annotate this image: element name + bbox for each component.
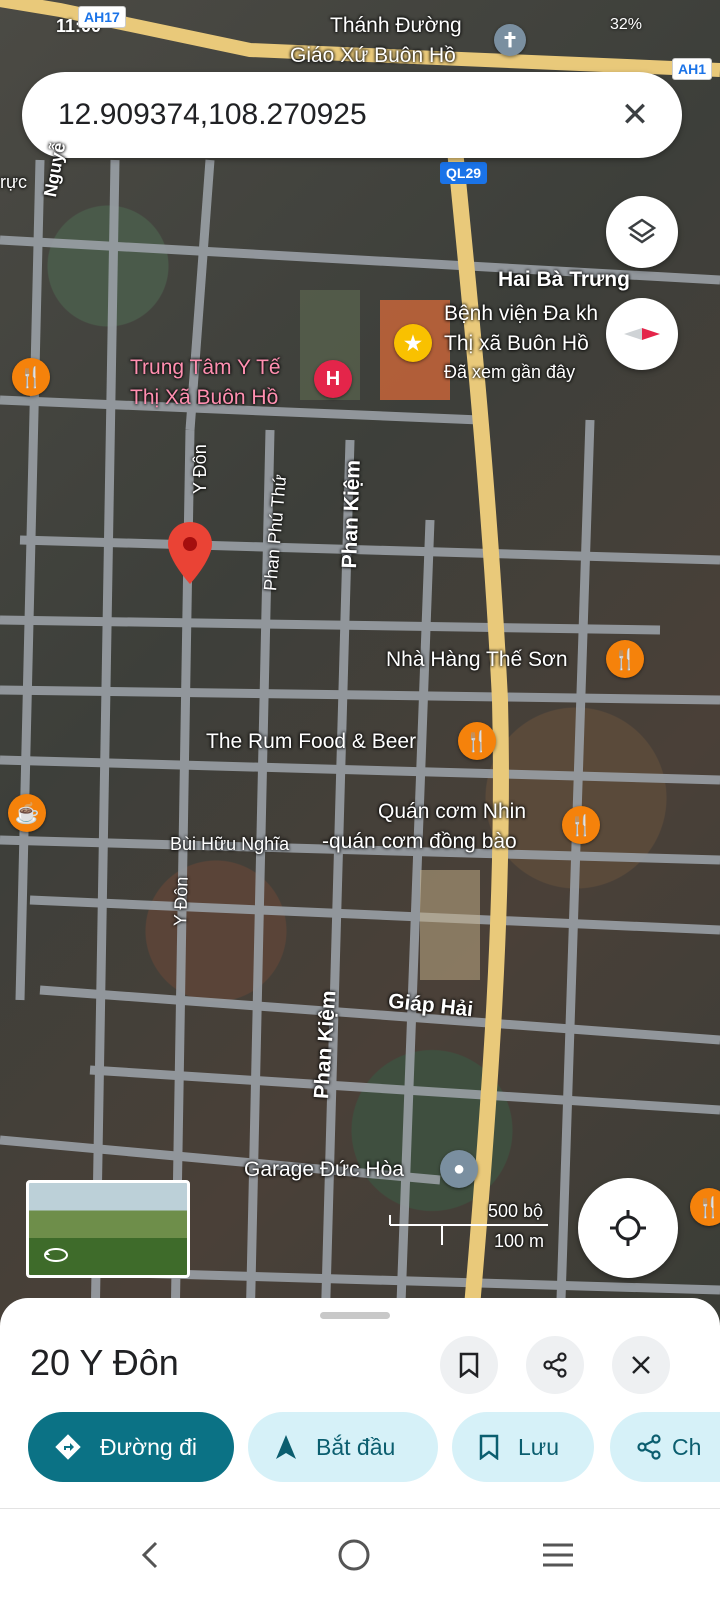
church-label-1[interactable]: Thánh Đường — [330, 14, 462, 38]
hospital-icon[interactable]: H — [314, 360, 352, 398]
hospital-big-label-1[interactable]: Bệnh viện Đa kh — [444, 302, 598, 326]
save-button[interactable] — [440, 1336, 498, 1394]
map-scale: 500 bộ 100 m — [388, 1201, 550, 1253]
route-badge-ah17: AH17 — [78, 6, 126, 28]
restaurant-icon[interactable]: 🍴 — [606, 640, 644, 678]
close-icon[interactable]: ✕ — [614, 94, 656, 136]
place-title: 20 Y Đôn — [30, 1342, 179, 1383]
recently-viewed-label: Đã xem gần đây — [444, 362, 576, 382]
bookmark-icon — [479, 1434, 499, 1460]
road-label-y-don-bottom: Y Đôn — [170, 876, 192, 927]
road-label-truc: rực — [0, 172, 28, 192]
save-chip[interactable]: Lưu — [452, 1412, 594, 1482]
restaurant-icon[interactable]: 🍴 — [690, 1188, 720, 1226]
close-icon — [632, 1356, 650, 1374]
garage-label[interactable]: Garage Đức Hòa — [244, 1158, 404, 1182]
compass-icon — [624, 328, 660, 340]
start-chip[interactable]: Bắt đầu — [248, 1412, 438, 1482]
restaurant-rum-label[interactable]: The Rum Food & Beer — [206, 730, 416, 754]
restaurant-the-son-label[interactable]: Nhà Hàng Thế Sơn — [386, 648, 568, 672]
share-chip-label: Ch — [672, 1433, 702, 1460]
church-icon[interactable]: ✝ — [494, 24, 526, 56]
road-label-hai-ba-trung: Hai Bà Trưng — [498, 268, 630, 291]
save-chip-label: Lưu — [518, 1433, 559, 1460]
my-location-button[interactable] — [578, 1178, 678, 1278]
restaurant-icon[interactable]: 🍴 — [458, 722, 496, 760]
directions-icon — [55, 1434, 81, 1460]
garage-icon[interactable]: ● — [440, 1150, 478, 1188]
church-label-2[interactable]: Giáo Xứ Buôn Hồ — [290, 44, 456, 68]
sheet-drag-handle[interactable] — [320, 1312, 390, 1319]
home-circle-icon — [338, 1539, 370, 1571]
layers-button[interactable] — [606, 196, 678, 268]
medical-center-label-1[interactable]: Trung Tâm Y Tế — [130, 356, 281, 380]
close-button[interactable] — [612, 1336, 670, 1394]
share-icon — [543, 1352, 567, 1378]
search-bar[interactable]: 12.909374,108.270925 ✕ — [22, 72, 682, 158]
scale-imperial: 500 bộ — [488, 1201, 544, 1221]
restaurant-icon[interactable]: 🍴 — [562, 806, 600, 844]
dropped-pin-icon[interactable] — [166, 520, 214, 586]
restaurant-icon[interactable]: 🍴 — [12, 358, 50, 396]
search-input[interactable]: 12.909374,108.270925 — [58, 98, 367, 132]
back-button[interactable] — [128, 1533, 172, 1577]
directions-chip-label: Đường đi — [100, 1433, 197, 1460]
directions-chip[interactable]: Đường đi — [28, 1412, 234, 1482]
restaurant-nhin-label-1[interactable]: Quán cơm Nhin — [378, 800, 526, 824]
place-bottom-sheet[interactable]: 20 Y Đôn Đường đi Bắt đầu Lưu Ch — [0, 1298, 720, 1508]
status-battery: 32% — [609, 16, 642, 33]
menu-lines-icon — [543, 1543, 573, 1567]
restaurant-nhin-label-2[interactable]: -quán cơm đồng bào — [322, 830, 517, 854]
share-chip[interactable]: Ch — [610, 1412, 720, 1482]
navigation-arrow-icon — [276, 1435, 296, 1459]
hospital-big-label-2[interactable]: Thị xã Buôn Hồ — [444, 332, 589, 356]
cafe-icon[interactable]: ☕ — [8, 794, 46, 832]
star-icon[interactable]: ★ — [394, 324, 432, 362]
road-label-bui-huu-nghia: Bùi Hữu Nghĩa — [170, 834, 290, 854]
recents-button[interactable] — [536, 1533, 580, 1577]
crosshair-icon — [610, 1210, 646, 1246]
scale-metric: 100 m — [494, 1231, 545, 1251]
home-button[interactable] — [332, 1533, 376, 1577]
bookmark-icon — [459, 1352, 479, 1378]
route-badge-ql29: QL29 — [440, 162, 488, 184]
back-chevron-icon — [141, 1541, 158, 1569]
compass-button[interactable] — [606, 298, 678, 370]
layers-icon — [627, 218, 657, 244]
road-label-phan-kiem-top: Phan Kiệm — [338, 459, 365, 569]
share-button[interactable] — [526, 1336, 584, 1394]
share-icon — [637, 1434, 661, 1460]
map-canvas[interactable]: 11:00 32% AH17 AH1 QL29 Thánh Đường Giáo… — [0, 0, 720, 1330]
system-nav-bar — [0, 1508, 720, 1601]
street-view-thumbnail[interactable] — [26, 1180, 190, 1278]
start-chip-label: Bắt đầu — [316, 1433, 396, 1460]
route-badge-ah1: AH1 — [672, 58, 713, 80]
road-label-y-don-top: Y Đôn — [190, 444, 210, 494]
medical-center-label-2[interactable]: Thị Xã Buôn Hồ — [130, 386, 278, 410]
street-view-rotate-icon — [44, 1248, 68, 1262]
